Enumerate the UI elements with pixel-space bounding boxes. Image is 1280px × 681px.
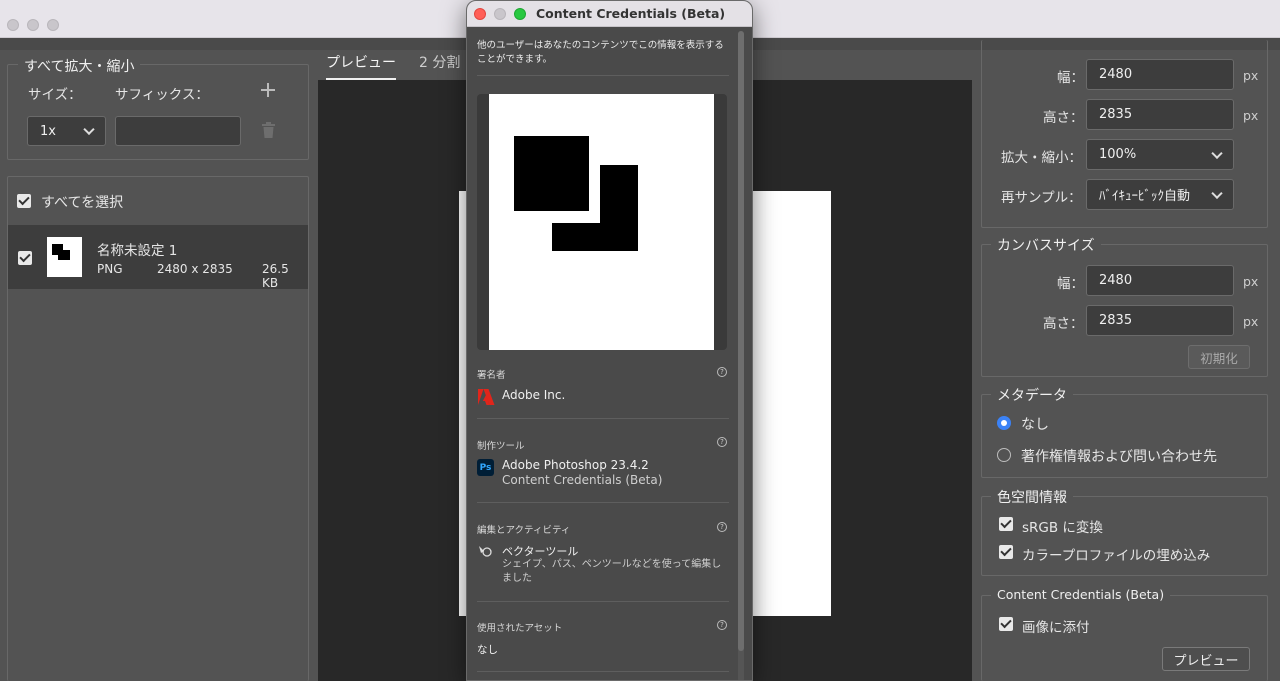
credentials-thumbnail	[489, 94, 714, 350]
file-dimensions: 2480 x 2835	[157, 262, 233, 276]
metadata-legend: メタデータ	[991, 385, 1073, 405]
attach-image-checkbox[interactable]	[999, 617, 1013, 631]
tab-preview[interactable]: プレビュー	[326, 52, 396, 80]
file-name: 名称未設定 1	[97, 243, 178, 259]
divider	[477, 418, 729, 419]
help-icon[interactable]: ?	[717, 522, 727, 532]
size-select-value: 1x	[40, 123, 56, 139]
height-label: 高さ：	[1043, 110, 1084, 126]
assets-value: なし	[477, 644, 498, 656]
size-select[interactable]: 1x	[27, 116, 106, 146]
file-list-item[interactable]: 名称未設定 1 PNG 2480 x 2835 26.5 KB	[8, 225, 308, 290]
chevron-down-icon	[83, 123, 95, 136]
divider	[477, 671, 729, 672]
credentials-preview-button[interactable]: プレビュー	[1162, 647, 1250, 671]
help-icon[interactable]: ?	[717, 367, 727, 377]
attach-image-label: 画像に添付	[1022, 620, 1090, 636]
height-input[interactable]: 2835	[1086, 99, 1234, 130]
scale-all-legend: すべて拡大・縮小	[18, 56, 141, 76]
size-label: サイズ：	[28, 87, 82, 103]
signer-name: Adobe Inc.	[502, 388, 566, 402]
popup-titlebar: Content Credentials (Beta)	[467, 1, 752, 27]
content-credentials-popup: Content Credentials (Beta) 他のユーザーはあなたのコン…	[466, 0, 753, 681]
canvas-height-input[interactable]: 2835	[1086, 305, 1234, 336]
file-item-checkbox[interactable]	[18, 251, 32, 265]
canvas-height-unit: px	[1243, 314, 1259, 329]
tool-sub: Content Credentials (Beta)	[502, 473, 663, 487]
content-credentials-legend: Content Credentials (Beta)	[991, 587, 1171, 602]
suffix-input[interactable]	[115, 116, 241, 146]
help-icon[interactable]: ?	[717, 437, 727, 447]
select-all-checkbox[interactable]	[17, 194, 31, 208]
metadata-copyright-radio[interactable]	[997, 448, 1011, 462]
scale-select[interactable]: 100%	[1086, 139, 1234, 170]
pen-tool-icon	[477, 544, 493, 558]
chevron-down-icon	[1211, 147, 1223, 159]
tool-name: Adobe Photoshop 23.4.2	[502, 458, 649, 472]
popup-intro: 他のユーザーはあなたのコンテンツでこの情報を表示することができます。	[477, 40, 724, 65]
zoom-window-button[interactable]	[47, 19, 59, 31]
height-unit: px	[1243, 108, 1259, 123]
color-space-group	[981, 496, 1268, 576]
photoshop-app-icon: Ps	[477, 459, 494, 476]
file-format: PNG	[97, 262, 123, 276]
srgb-checkbox[interactable]	[999, 517, 1013, 531]
resample-label: 再サンプル：	[1001, 190, 1082, 206]
popup-minimize-button[interactable]	[494, 8, 506, 20]
canvas-size-legend: カンバスサイズ	[991, 235, 1101, 255]
help-icon[interactable]: ?	[717, 620, 727, 630]
metadata-none-label: なし	[1021, 417, 1049, 433]
width-unit: px	[1243, 68, 1259, 83]
suffix-label: サフィックス：	[115, 87, 209, 103]
signer-section-title: 署名者	[477, 370, 506, 381]
popup-close-button[interactable]	[474, 8, 486, 20]
scale-select-value: 100%	[1099, 147, 1137, 162]
select-all-label: すべてを選択	[41, 195, 124, 211]
popup-scrollbar-thumb[interactable]	[738, 31, 744, 651]
resample-select[interactable]: ﾊﾞｲｷｭｰﾋﾞｯｸ自動	[1086, 179, 1234, 210]
edit-description: シェイプ、パス、ペンツールなどを使って編集しました	[502, 559, 722, 584]
tool-section-title: 制作ツール	[477, 441, 525, 452]
adobe-logo-icon	[477, 388, 495, 406]
embed-profile-label: カラープロファイルの埋め込み	[1022, 548, 1211, 564]
embed-profile-checkbox[interactable]	[999, 545, 1013, 559]
add-plus-icon[interactable]	[260, 82, 276, 98]
canvas-height-label: 高さ：	[1043, 316, 1084, 332]
edits-section-title: 編集とアクティビティ	[477, 525, 571, 536]
resample-select-value: ﾊﾞｲｷｭｰﾋﾞｯｸ自動	[1099, 189, 1191, 204]
popup-zoom-button[interactable]	[514, 8, 526, 20]
color-space-legend: 色空間情報	[991, 487, 1073, 507]
credentials-thumbnail-frame	[477, 94, 727, 350]
reset-button[interactable]: 初期化	[1188, 345, 1250, 369]
scale-label: 拡大・縮小：	[1001, 150, 1082, 166]
width-label: 幅：	[1057, 70, 1084, 86]
chevron-down-icon	[1211, 187, 1223, 199]
trash-icon[interactable]	[262, 122, 275, 138]
canvas-width-label: 幅：	[1057, 276, 1084, 292]
popup-scrollbar[interactable]	[738, 31, 744, 680]
file-thumbnail	[47, 237, 82, 277]
canvas-width-unit: px	[1243, 274, 1259, 289]
edit-name: ベクターツール	[502, 545, 579, 558]
tab-split[interactable]: 2 分割	[419, 52, 460, 72]
width-input[interactable]: 2480	[1086, 59, 1234, 90]
close-window-button[interactable]	[7, 19, 19, 31]
canvas-width-input[interactable]: 2480	[1086, 265, 1234, 296]
popup-title: Content Credentials (Beta)	[536, 6, 726, 21]
minimize-window-button[interactable]	[27, 19, 39, 31]
divider	[477, 75, 729, 76]
srgb-label: sRGB に変換	[1022, 520, 1103, 536]
assets-section-title: 使用されたアセット	[477, 623, 563, 634]
metadata-copyright-label: 著作権情報および問い合わせ先	[1021, 449, 1217, 465]
metadata-none-radio[interactable]	[997, 416, 1011, 430]
divider	[477, 502, 729, 503]
file-size: 26.5 KB	[262, 262, 289, 290]
divider	[477, 601, 729, 602]
